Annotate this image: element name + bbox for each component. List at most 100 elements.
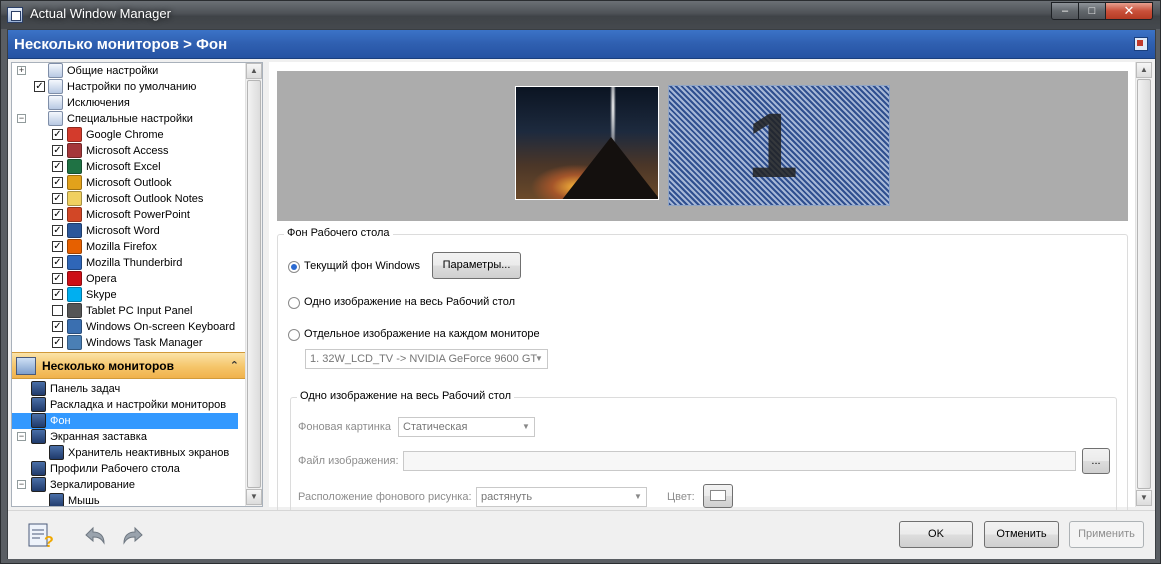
- radio-single-image[interactable]: [288, 297, 300, 309]
- browse-button[interactable]: ...: [1082, 448, 1110, 474]
- tree-item-app[interactable]: ✓ Opera: [12, 271, 245, 287]
- checkbox[interactable]: ✓: [52, 337, 63, 348]
- params-button[interactable]: Параметры...: [432, 252, 521, 279]
- monitor-icon: [49, 445, 64, 460]
- window-title: Actual Window Manager: [30, 6, 171, 21]
- checkbox[interactable]: ✓: [52, 209, 63, 220]
- checkbox[interactable]: ✓: [52, 145, 63, 156]
- scroll-up-button[interactable]: ▲: [246, 63, 262, 79]
- title-bar[interactable]: Actual Window Manager – □ ✕: [1, 1, 1160, 29]
- monitor-2-thumbnail[interactable]: 1: [668, 85, 890, 206]
- checkbox[interactable]: ✓: [34, 81, 45, 92]
- tree-item-label: Раскладка и настройки мониторов: [50, 399, 227, 411]
- tree-item[interactable]: Мышь: [12, 493, 238, 506]
- tree-item-label: Windows Task Manager: [86, 337, 203, 349]
- tree-item-label: Windows On-screen Keyboard: [86, 321, 236, 333]
- tree-scrollbar[interactable]: ▲ ▼: [245, 63, 262, 506]
- checkbox[interactable]: ✓: [52, 241, 63, 252]
- file-input[interactable]: [403, 451, 1076, 471]
- monitor-1-thumbnail[interactable]: [515, 86, 659, 200]
- minimize-button[interactable]: –: [1051, 2, 1079, 20]
- radio-each-monitor[interactable]: [288, 329, 300, 341]
- apply-button[interactable]: Применить: [1069, 521, 1144, 548]
- tree-item[interactable]: Хранитель неактивных экранов: [12, 445, 238, 461]
- scroll-up-button[interactable]: ▲: [1136, 62, 1152, 78]
- checkbox[interactable]: ✓: [52, 161, 63, 172]
- section-multiple-monitors[interactable]: Несколько мониторов ⌃: [12, 352, 245, 379]
- tree-item-app[interactable]: ✓ Microsoft PowerPoint: [12, 207, 245, 223]
- tree-item[interactable]: Фон: [12, 413, 238, 429]
- radio-each-monitor-label: Отдельное изображение на каждом мониторе: [304, 328, 540, 340]
- tree-item-app[interactable]: ✓ Microsoft Outlook: [12, 175, 245, 191]
- app-icon: [67, 159, 82, 174]
- scroll-down-button[interactable]: ▼: [1136, 490, 1152, 506]
- expander-icon[interactable]: +: [17, 66, 26, 75]
- tree-item[interactable]: Панель задач: [12, 381, 238, 397]
- radio-current-bg[interactable]: [288, 261, 300, 273]
- tree-item-app[interactable]: ✓ Microsoft Excel: [12, 159, 245, 175]
- tree-item-app[interactable]: ✓ Google Chrome: [12, 127, 245, 143]
- tree-item[interactable]: Раскладка и настройки мониторов: [12, 397, 238, 413]
- tree-item-app[interactable]: ✓ Skype: [12, 287, 245, 303]
- checkbox[interactable]: ✓: [52, 273, 63, 284]
- monitor-preview: 1: [277, 71, 1128, 221]
- ok-button[interactable]: OK: [899, 521, 973, 548]
- checkbox[interactable]: ✓: [52, 177, 63, 188]
- tree-item-app[interactable]: ✓ Windows On-screen Keyboard: [12, 319, 245, 335]
- app-icon: [67, 287, 82, 302]
- scroll-thumb[interactable]: [1137, 79, 1151, 489]
- tree-item-app[interactable]: ✓ Microsoft Word: [12, 223, 245, 239]
- chevron-up-icon[interactable]: ⌃: [230, 359, 239, 372]
- desktop-bg-group: Фон Рабочего стола Текущий фон Windows П…: [277, 227, 1128, 527]
- checkbox[interactable]: ✓: [52, 321, 63, 332]
- tree-item-label: Microsoft Outlook Notes: [86, 193, 204, 205]
- tree-item[interactable]: − Зеркалирование: [12, 477, 238, 493]
- app-icon: [67, 271, 82, 286]
- checkbox[interactable]: ✓: [52, 225, 63, 236]
- app-icon: [67, 191, 82, 206]
- scroll-thumb[interactable]: [247, 80, 261, 488]
- monitor-icon: [49, 493, 64, 506]
- app-icon: [67, 319, 82, 334]
- close-button[interactable]: ✕: [1105, 2, 1153, 20]
- monitor-select[interactable]: 1. 32W_LCD_TV -> NVIDIA GeForce 9600 GT …: [305, 349, 548, 369]
- checkbox[interactable]: ✓: [52, 289, 63, 300]
- tree-item-app[interactable]: Tablet PC Input Panel: [12, 303, 245, 319]
- tree-item-label: Хранитель неактивных экранов: [68, 447, 230, 459]
- tree-item[interactable]: − Специальные настройки: [12, 111, 245, 127]
- checkbox[interactable]: [52, 305, 63, 316]
- group-title: Фон Рабочего стола: [284, 227, 393, 239]
- tree-item[interactable]: Исключения: [12, 95, 245, 111]
- cancel-button[interactable]: Отменить: [984, 521, 1059, 548]
- undo-icon[interactable]: [80, 521, 108, 549]
- checkbox[interactable]: ✓: [52, 193, 63, 204]
- tree-item-app[interactable]: ✓ Mozilla Thunderbird: [12, 255, 245, 271]
- file-label: Файл изображения:: [298, 455, 399, 467]
- help-icon[interactable]: [1134, 37, 1148, 51]
- expander-icon[interactable]: −: [17, 114, 26, 123]
- help-book-icon[interactable]: ?: [26, 521, 54, 551]
- scroll-down-button[interactable]: ▼: [246, 489, 262, 505]
- tree-item-app[interactable]: ✓ Mozilla Firefox: [12, 239, 245, 255]
- settings-icon: [48, 95, 63, 110]
- maximize-button[interactable]: □: [1078, 2, 1106, 20]
- monitor-icon: [31, 413, 46, 428]
- tree-item-app[interactable]: ✓ Microsoft Access: [12, 143, 245, 159]
- checkbox[interactable]: ✓: [52, 129, 63, 140]
- tree-item-app[interactable]: ✓ Microsoft Outlook Notes: [12, 191, 245, 207]
- redo-icon[interactable]: [120, 521, 148, 549]
- tree-item[interactable]: ✓ Настройки по умолчанию: [12, 79, 245, 95]
- expander-icon[interactable]: −: [17, 480, 26, 489]
- tree-item[interactable]: Профили Рабочего стола: [12, 461, 238, 477]
- checkbox[interactable]: ✓: [52, 257, 63, 268]
- chevron-down-icon: ▼: [522, 422, 530, 431]
- content-scrollbar[interactable]: ▲ ▼: [1135, 62, 1152, 507]
- position-select[interactable]: растянуть ▼: [476, 487, 647, 507]
- tree-item[interactable]: + Общие настройки: [12, 63, 245, 79]
- tree-item-app[interactable]: ✓ Windows Task Manager: [12, 335, 245, 351]
- bg-picture-select[interactable]: Статическая ▼: [398, 417, 535, 437]
- expander-icon[interactable]: −: [17, 432, 26, 441]
- color-picker-button[interactable]: [703, 484, 733, 508]
- tree-item[interactable]: − Экранная заставка: [12, 429, 238, 445]
- tree-item-label: Microsoft Excel: [86, 161, 161, 173]
